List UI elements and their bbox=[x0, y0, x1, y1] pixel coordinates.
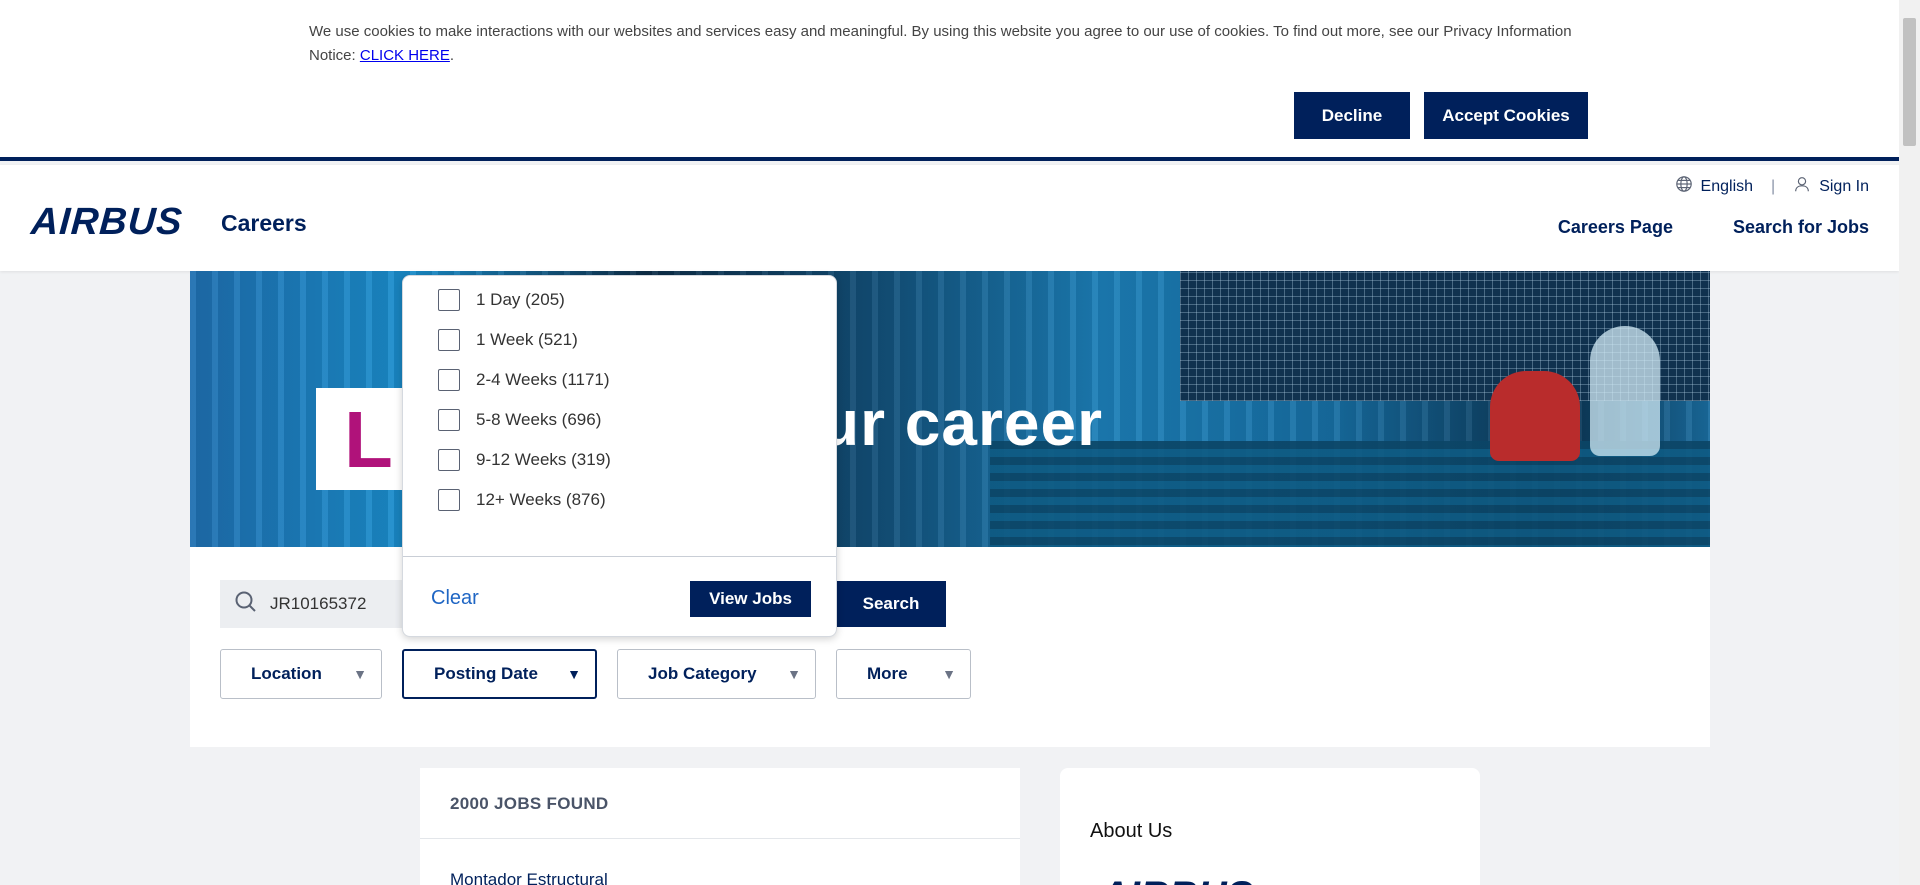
utility-divider: | bbox=[1771, 177, 1776, 195]
globe-icon bbox=[1675, 175, 1693, 198]
cookie-notice-text: We use cookies to make interactions with… bbox=[309, 20, 1599, 68]
option-2-4-weeks[interactable]: 2-4 Weeks (1171) bbox=[438, 369, 610, 391]
chevron-down-icon: ▼ bbox=[353, 666, 367, 682]
nav-careers-page[interactable]: Careers Page bbox=[1558, 217, 1673, 238]
hero-headline: ur career bbox=[820, 387, 1103, 459]
search-value: JR10165372 bbox=[270, 594, 367, 613]
site-header: AIRBUS Careers English | Sign In Careers… bbox=[0, 165, 1899, 271]
chevron-down-icon: ▼ bbox=[567, 666, 581, 682]
job-title-link[interactable]: Montador Estructural bbox=[450, 870, 608, 885]
privacy-notice-link[interactable]: CLICK HERE bbox=[360, 47, 450, 64]
dropdown-divider bbox=[403, 556, 836, 557]
sign-in-label: Sign In bbox=[1819, 177, 1869, 195]
posting-date-filter[interactable]: Posting Date ▼ bbox=[402, 649, 597, 699]
accept-cookies-button[interactable]: Accept Cookies bbox=[1424, 92, 1588, 139]
cookie-notice-end: . bbox=[449, 47, 455, 64]
location-filter-label: Location bbox=[251, 664, 322, 683]
job-category-filter[interactable]: Job Category ▼ bbox=[617, 649, 816, 699]
clear-button[interactable]: Clear bbox=[431, 587, 479, 610]
more-filter[interactable]: More ▼ bbox=[836, 649, 971, 699]
option-5-8-weeks[interactable]: 5-8 Weeks (696) bbox=[438, 409, 601, 431]
posting-date-dropdown: 1 Day (205) 1 Week (521) 2-4 Weeks (1171… bbox=[402, 275, 837, 637]
posting-date-filter-label: Posting Date bbox=[434, 664, 538, 683]
nav-search-for-jobs[interactable]: Search for Jobs bbox=[1733, 217, 1869, 238]
hero-letter: L bbox=[344, 395, 393, 484]
page-scrollbar[interactable] bbox=[1899, 0, 1920, 885]
more-filter-label: More bbox=[867, 664, 908, 683]
checkbox[interactable] bbox=[438, 409, 460, 431]
option-label: 5-8 Weeks (696) bbox=[476, 410, 602, 429]
main-nav: Careers Page Search for Jobs bbox=[1558, 217, 1869, 238]
careers-title: Careers bbox=[221, 210, 307, 236]
option-label: 1 Week (521) bbox=[476, 330, 578, 349]
language-label: English bbox=[1700, 177, 1754, 195]
search-button[interactable]: Search bbox=[836, 581, 946, 627]
option-1-week[interactable]: 1 Week (521) bbox=[438, 329, 578, 351]
checkbox[interactable] bbox=[438, 329, 460, 351]
about-airbus-logo: AIRBUS bbox=[1100, 874, 1253, 885]
option-label: 1 Day (205) bbox=[476, 290, 565, 309]
option-9-12-weeks[interactable]: 9-12 Weeks (319) bbox=[438, 449, 611, 471]
location-filter[interactable]: Location ▼ bbox=[220, 649, 382, 699]
checkbox[interactable] bbox=[438, 289, 460, 311]
results-panel: 2000 JOBS FOUND Montador Estructural bbox=[420, 768, 1020, 885]
jobs-found-count: 2000 JOBS FOUND bbox=[450, 794, 609, 813]
chevron-down-icon: ▼ bbox=[942, 666, 956, 682]
checkbox[interactable] bbox=[438, 369, 460, 391]
chevron-down-icon: ▼ bbox=[787, 666, 801, 682]
utility-bar: English | Sign In bbox=[1675, 175, 1869, 198]
about-us-card: About Us AIRBUS bbox=[1060, 768, 1480, 885]
airbus-logo[interactable]: AIRBUS bbox=[29, 201, 185, 244]
about-us-title: About Us bbox=[1090, 820, 1173, 842]
sign-in-link[interactable]: Sign In bbox=[1793, 175, 1869, 198]
results-divider bbox=[420, 838, 1020, 839]
cookie-banner: We use cookies to make interactions with… bbox=[0, 0, 1899, 161]
cookie-notice-body: We use cookies to make interactions with… bbox=[309, 23, 1572, 64]
option-label: 12+ Weeks (876) bbox=[476, 490, 606, 509]
hero-person-white bbox=[1590, 326, 1660, 456]
language-selector[interactable]: English bbox=[1675, 175, 1753, 198]
option-1-day[interactable]: 1 Day (205) bbox=[438, 289, 565, 311]
checkbox[interactable] bbox=[438, 449, 460, 471]
job-category-filter-label: Job Category bbox=[648, 664, 757, 683]
option-label: 2-4 Weeks (1171) bbox=[476, 370, 610, 389]
search-icon bbox=[234, 590, 258, 619]
decline-cookies-button[interactable]: Decline bbox=[1294, 92, 1410, 139]
view-jobs-button[interactable]: View Jobs bbox=[690, 581, 811, 617]
scrollbar-thumb[interactable] bbox=[1903, 18, 1916, 146]
user-icon bbox=[1793, 175, 1811, 198]
checkbox[interactable] bbox=[438, 489, 460, 511]
hero-person-red bbox=[1490, 371, 1580, 461]
option-12-plus-weeks[interactable]: 12+ Weeks (876) bbox=[438, 489, 606, 511]
option-label: 9-12 Weeks (319) bbox=[476, 450, 611, 469]
